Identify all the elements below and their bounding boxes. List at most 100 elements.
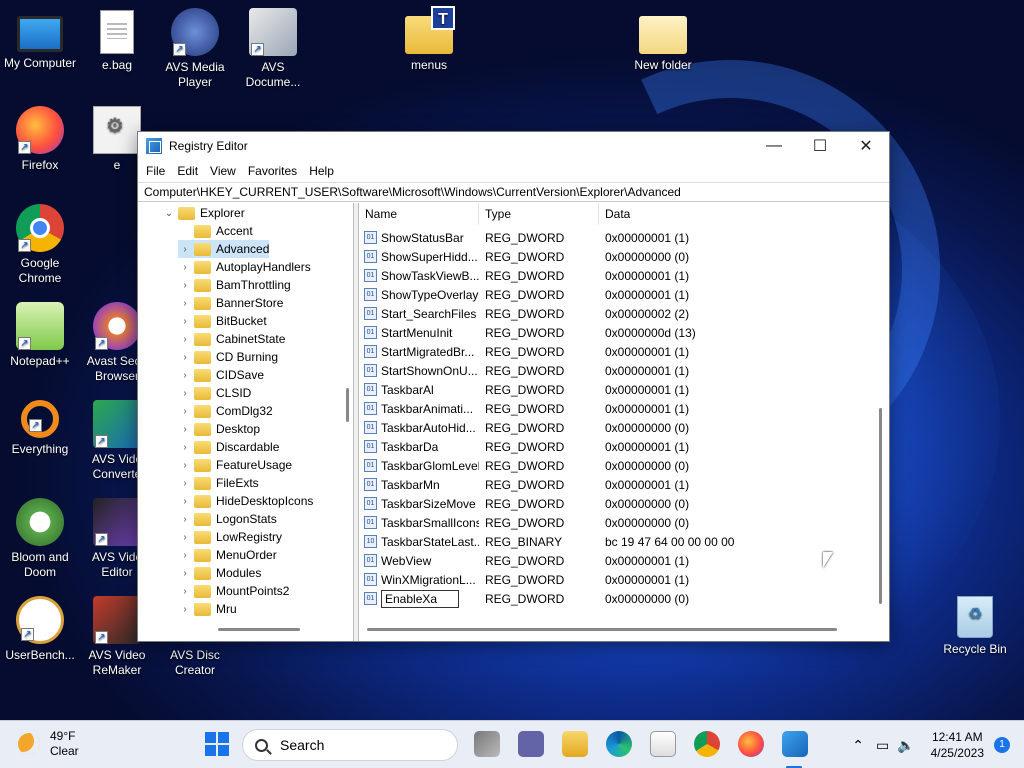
column-header-data[interactable]: Data: [599, 203, 859, 225]
value-row[interactable]: 01 TaskbarAnimati... REG_DWORD 0x00000001 (…: [359, 399, 889, 418]
desktop-icon-my-computer[interactable]: My Computer: [0, 8, 80, 71]
tree-item[interactable]: › LowRegistry: [178, 528, 282, 546]
tree-item[interactable]: › MenuOrder: [178, 546, 276, 564]
tree-item[interactable]: › Mru: [178, 600, 236, 618]
chevron-right-icon[interactable]: ›: [178, 280, 192, 291]
column-header-type[interactable]: Type: [479, 203, 599, 225]
tree-item[interactable]: › FileExts: [178, 474, 258, 492]
value-row[interactable]: 01 Start_SearchFiles REG_DWORD 0x00000002 (…: [359, 304, 889, 323]
chrome-icon[interactable]: [694, 731, 720, 757]
chevron-right-icon[interactable]: ›: [178, 424, 192, 435]
desktop-icon-firefox[interactable]: ↗ Firefox: [0, 106, 80, 173]
tree-vertical-scrollbar[interactable]: [346, 388, 349, 422]
tree-item[interactable]: › Desktop: [178, 420, 260, 438]
desktop-icon-e-bag[interactable]: e.bag: [77, 8, 157, 73]
value-row[interactable]: 01 WebView REG_DWORD 0x00000001 (1): [359, 551, 889, 570]
chevron-right-icon[interactable]: ›: [178, 298, 192, 309]
tree-item[interactable]: › BannerStore: [178, 294, 283, 312]
tree-item[interactable]: › BamThrottling: [178, 276, 290, 294]
weather-widget[interactable]: 49°F Clear: [18, 729, 79, 759]
tree-item[interactable]: › AutoplayHandlers: [178, 258, 310, 276]
value-row[interactable]: 01 TaskbarGlomLevel REG_DWORD 0x00000000 (0…: [359, 456, 889, 475]
edge-icon[interactable]: [606, 731, 632, 757]
value-row[interactable]: 01 ShowStatusBar REG_DWORD 0x00000001 (1): [359, 228, 889, 247]
task-view-icon[interactable]: [474, 731, 500, 757]
chevron-right-icon[interactable]: ›: [178, 478, 192, 489]
chevron-right-icon[interactable]: ›: [178, 496, 192, 507]
regedit-icon[interactable]: [782, 731, 808, 757]
tree-item[interactable]: › CLSID: [178, 384, 251, 402]
tree-item[interactable]: › LogonStats: [178, 510, 276, 528]
tree-item[interactable]: › CD Burning: [178, 348, 278, 366]
list-vertical-scrollbar[interactable]: [879, 408, 882, 604]
list-horizontal-scrollbar[interactable]: [367, 628, 837, 631]
value-row[interactable]: 01 TaskbarDa REG_DWORD 0x00000001 (1): [359, 437, 889, 456]
desktop-icon-bloom-and-doom[interactable]: Bloom and Doom: [0, 498, 80, 580]
value-row[interactable]: 10 TaskbarStateLast... REG_BINARY bc 19 47 …: [359, 532, 889, 551]
chevron-right-icon[interactable]: ›: [178, 244, 192, 255]
value-row[interactable]: 01 StartShownOnU... REG_DWORD 0x00000001 (1…: [359, 361, 889, 380]
desktop-icon-userbenchmark[interactable]: ↗ UserBench...: [0, 596, 80, 663]
value-row[interactable]: 01 ShowTaskViewB... REG_DWORD 0x00000001 (1…: [359, 266, 889, 285]
column-header-name[interactable]: Name: [359, 203, 479, 225]
chevron-right-icon[interactable]: ›: [178, 442, 192, 453]
menu-file[interactable]: File: [140, 164, 171, 178]
file-explorer-icon[interactable]: [562, 731, 588, 757]
firefox-icon[interactable]: [738, 731, 764, 757]
value-row[interactable]: 01 TaskbarSmallIcons REG_DWORD 0x00000000 (…: [359, 513, 889, 532]
store-icon[interactable]: [650, 731, 676, 757]
tree-item[interactable]: Accent: [178, 222, 253, 240]
chevron-right-icon[interactable]: ›: [178, 406, 192, 417]
volume-icon[interactable]: 🔈: [897, 737, 914, 754]
chevron-right-icon[interactable]: ›: [178, 262, 192, 273]
tree-item[interactable]: › MountPoints2: [178, 582, 289, 600]
chevron-right-icon[interactable]: ›: [178, 586, 192, 597]
chevron-right-icon[interactable]: ›: [178, 460, 192, 471]
teams-chat-icon[interactable]: [518, 731, 544, 757]
tree-item[interactable]: › Discardable: [178, 438, 279, 456]
value-row[interactable]: 01 ShowSuperHidd... REG_DWORD 0x00000000 (0…: [359, 247, 889, 266]
chevron-up-icon[interactable]: ⌃: [852, 737, 864, 754]
tree-item[interactable]: › ComDlg32: [178, 402, 272, 420]
value-row-editing[interactable]: 01 EnableXa REG_DWORD 0x00000000 (0): [359, 589, 889, 608]
value-row[interactable]: 01 TaskbarAutoHid... REG_DWORD 0x00000000 (…: [359, 418, 889, 437]
tree-item[interactable]: › Advanced: [178, 240, 270, 258]
tree-item[interactable]: › FeatureUsage: [178, 456, 292, 474]
desktop-icon-notepadpp[interactable]: ↗ Notepad++: [0, 302, 80, 369]
value-row[interactable]: 01 StartMigratedBr... REG_DWORD 0x00000001 …: [359, 342, 889, 361]
menu-favorites[interactable]: Favorites: [242, 164, 303, 178]
tree-horizontal-scrollbar[interactable]: [218, 628, 300, 631]
chevron-right-icon[interactable]: ›: [178, 352, 192, 363]
taskbar-search[interactable]: Search: [242, 729, 458, 761]
desktop-icon-menus[interactable]: Tmenus: [389, 6, 469, 73]
title-bar[interactable]: Registry Editor — ☐ ✕: [138, 132, 889, 160]
network-icon[interactable]: ▭: [876, 737, 889, 754]
notification-badge[interactable]: 1: [994, 737, 1010, 753]
start-icon[interactable]: [204, 731, 230, 757]
value-row[interactable]: 01 TaskbarAl REG_DWORD 0x00000001 (1): [359, 380, 889, 399]
chevron-right-icon[interactable]: ›: [178, 316, 192, 327]
clock[interactable]: 12:41 AM 4/25/2023: [931, 729, 984, 761]
chevron-right-icon[interactable]: ›: [178, 550, 192, 561]
chevron-right-icon[interactable]: ›: [178, 532, 192, 543]
chevron-right-icon[interactable]: ›: [178, 568, 192, 579]
address-bar[interactable]: Computer\HKEY_CURRENT_USER\Software\Micr…: [138, 182, 889, 202]
rename-input[interactable]: EnableXa: [381, 589, 459, 608]
desktop-icon-avs-document[interactable]: ↗ AVS Docume...: [233, 8, 313, 90]
value-row[interactable]: 01 TaskbarMn REG_DWORD 0x00000001 (1): [359, 475, 889, 494]
desktop-icon-new-folder[interactable]: New folder: [623, 8, 703, 73]
minimize-button[interactable]: —: [751, 132, 797, 160]
chevron-right-icon[interactable]: ›: [178, 334, 192, 345]
tree-item[interactable]: › HideDesktopIcons: [178, 492, 313, 510]
desktop-icon-everything[interactable]: ↗ Everything: [0, 400, 80, 457]
chevron-right-icon[interactable]: ›: [178, 514, 192, 525]
chevron-down-icon[interactable]: ⌄: [162, 208, 176, 219]
tree-item[interactable]: › Modules: [178, 564, 261, 582]
value-row[interactable]: 01 TaskbarSizeMove REG_DWORD 0x00000000 (0): [359, 494, 889, 513]
menu-help[interactable]: Help: [303, 164, 340, 178]
desktop-icon-avs-media-player[interactable]: ↗ AVS Media Player: [155, 8, 235, 90]
tree-item[interactable]: › CIDSave: [178, 366, 264, 384]
tree-item[interactable]: › CabinetState: [178, 330, 285, 348]
menu-view[interactable]: View: [204, 164, 242, 178]
desktop-icon-recycle-bin[interactable]: ♻ Recycle Bin: [935, 596, 1015, 657]
